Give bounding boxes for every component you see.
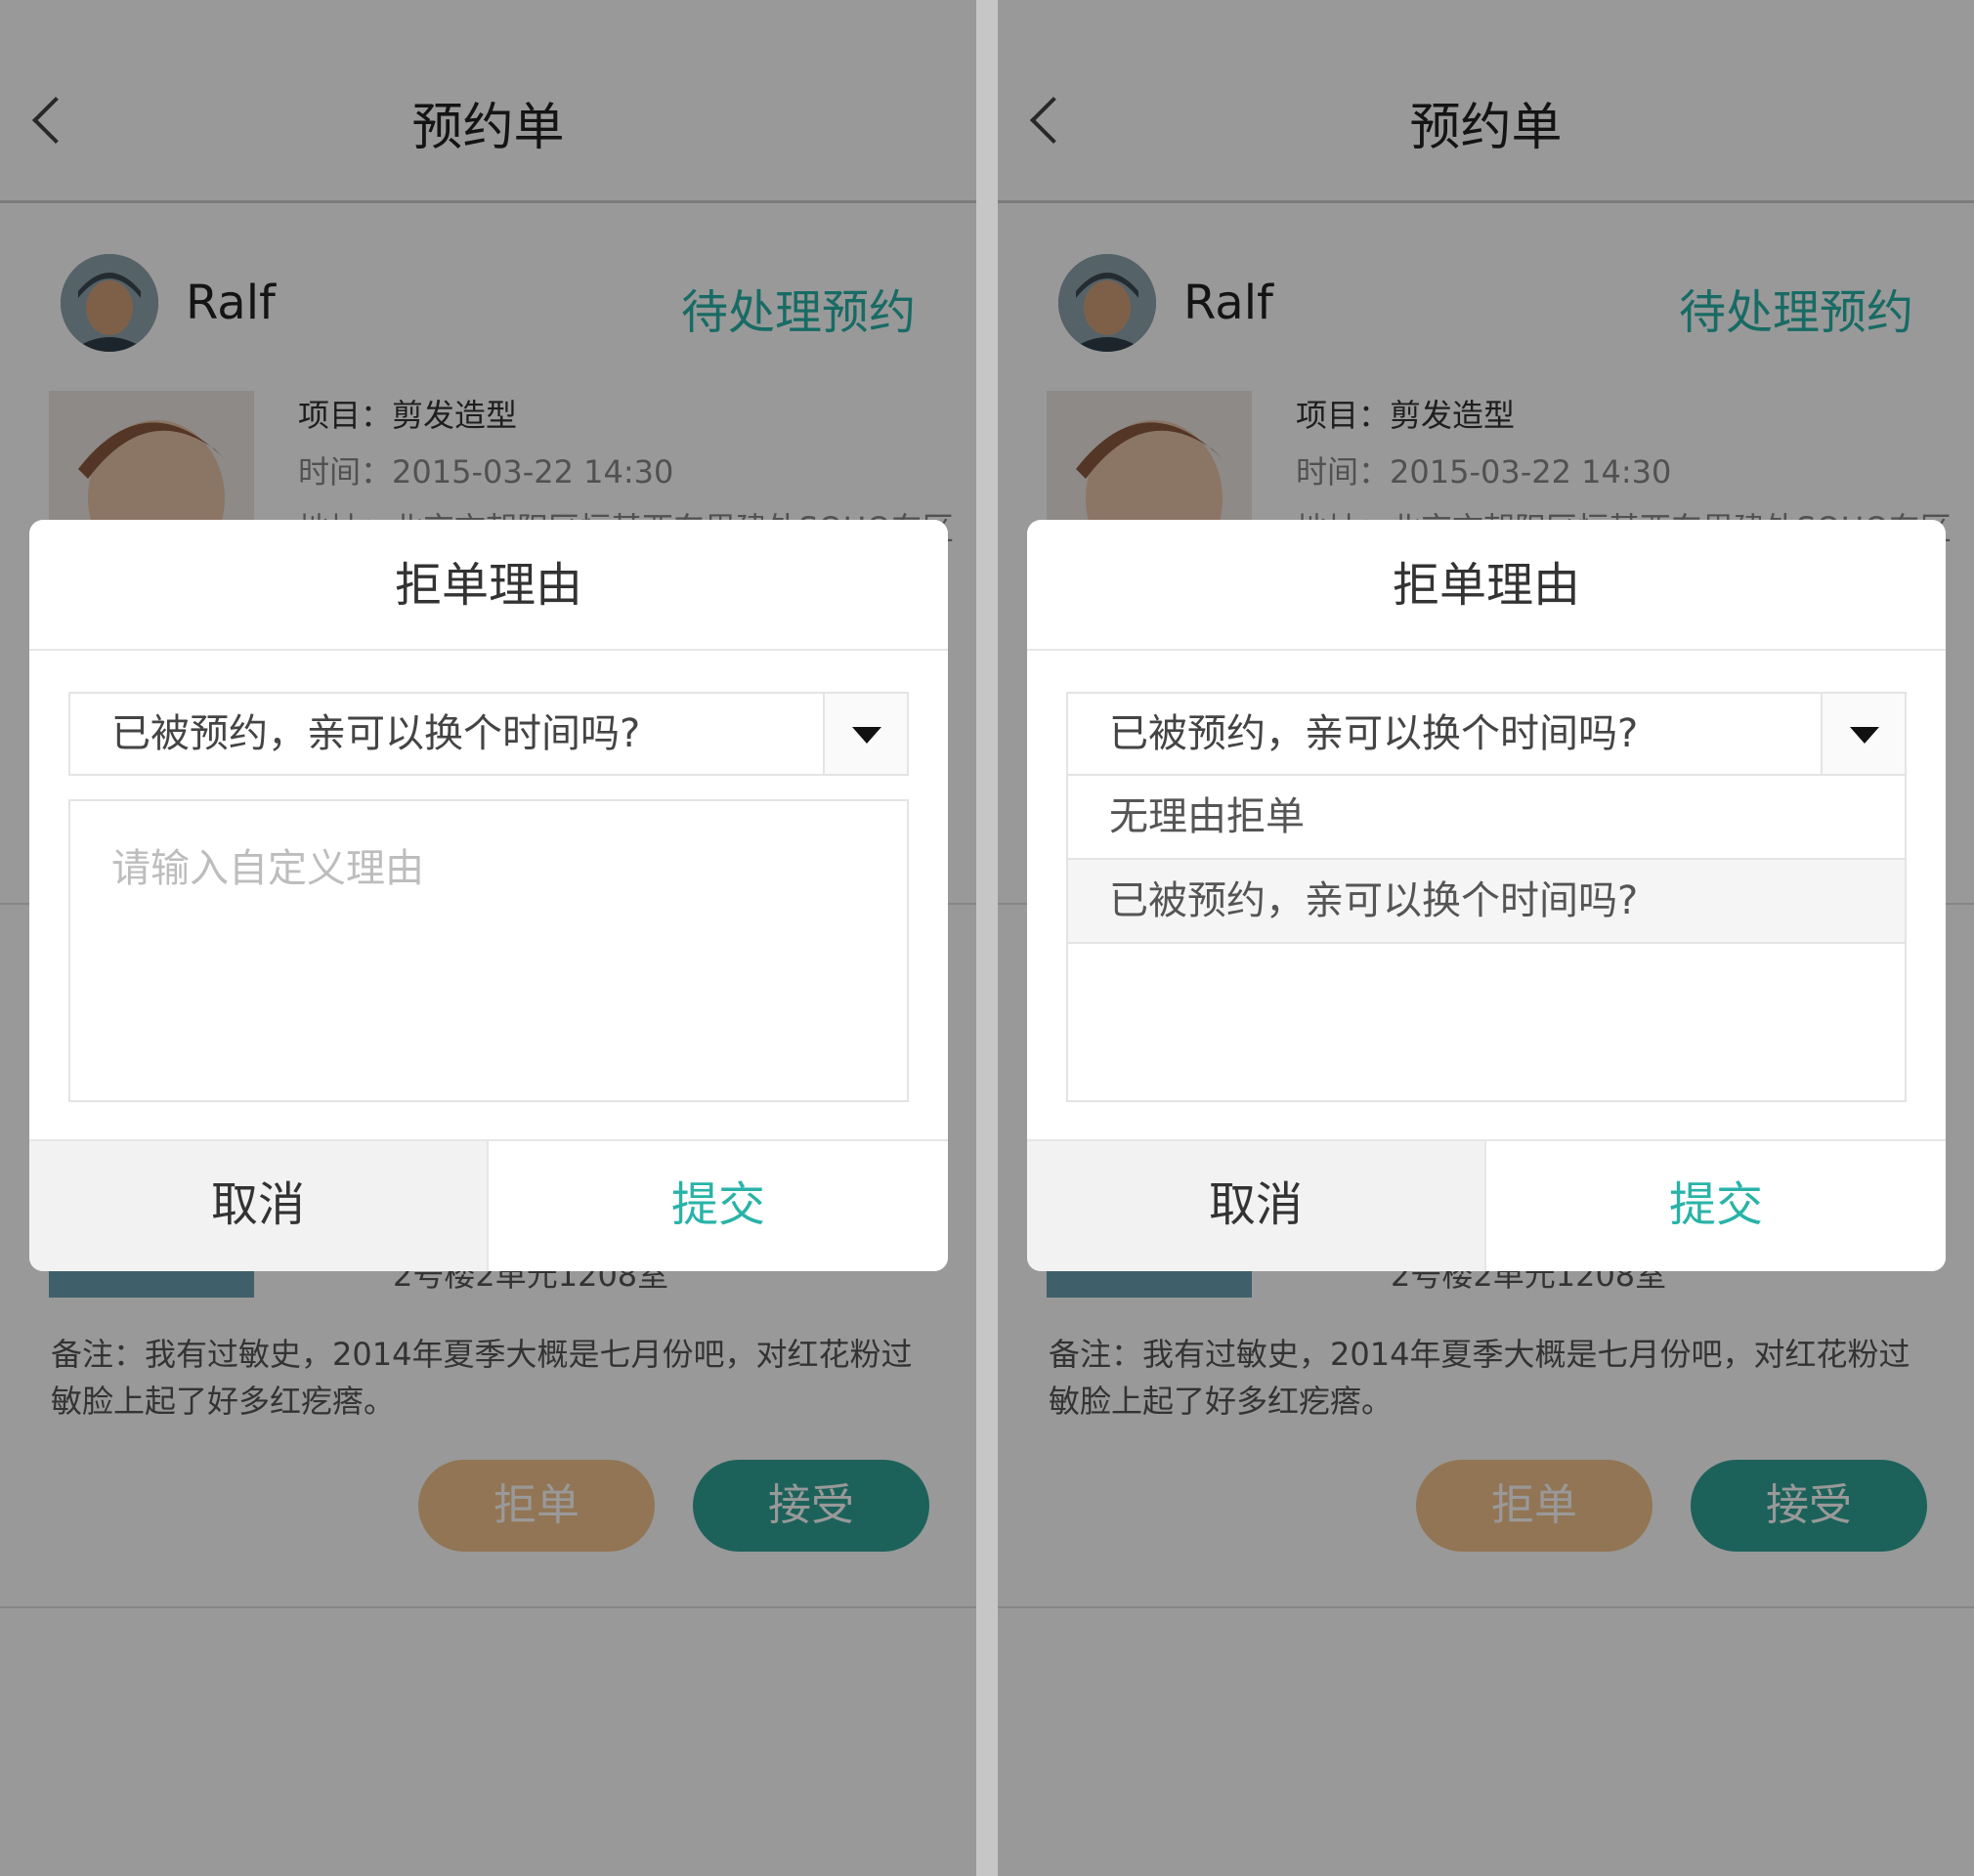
caret-down-icon [852,727,881,744]
dropdown-option[interactable]: 无理由拒单 [1066,776,1907,860]
reason-select[interactable]: 已被预约，亲可以换个时间吗? [1066,692,1907,776]
reject-reason-dialog: 拒单理由 已被预约，亲可以换个时间吗? 请输入自定义理由 取消 提交 [29,520,948,1271]
cancel-button[interactable]: 取消 [1027,1141,1486,1271]
screen-separator [976,0,998,1876]
custom-reason-placeholder: 请输入自定义理由 [111,846,424,891]
reject-reason-dialog: 拒单理由 已被预约，亲可以换个时间吗? 无理由拒单 已被预约，亲可以换个时间吗?… [1027,520,1946,1271]
screen-left: 预约单 Ralf 待处理预约 项目：剪发造型 时间：2015-03-22 14:… [0,0,976,1876]
reason-select[interactable]: 已被预约，亲可以换个时间吗? [68,692,909,776]
dropdown-toggle[interactable] [823,694,907,774]
dropdown-toggle[interactable] [1821,694,1905,774]
submit-button[interactable]: 提交 [1486,1141,1946,1271]
reason-dropdown-list: 无理由拒单 已被预约，亲可以换个时间吗? [1066,776,1907,944]
selected-reason: 已被预约，亲可以换个时间吗? [1109,711,1639,756]
dialog-footer: 取消 提交 [29,1139,948,1271]
dialog-title: 拒单理由 [1027,520,1946,651]
cancel-button[interactable]: 取消 [29,1141,489,1271]
custom-reason-input[interactable]: 请输入自定义理由 [68,799,909,1102]
submit-button[interactable]: 提交 [489,1141,948,1271]
dialog-title: 拒单理由 [29,520,948,651]
caret-down-icon [1850,727,1879,744]
selected-reason: 已被预约，亲可以换个时间吗? [111,711,641,756]
screen-right: 预约单 Ralf 待处理预约 项目：剪发造型 时间：2015-03-22 14:… [998,0,1974,1876]
dialog-footer: 取消 提交 [1027,1139,1946,1271]
dropdown-option-selected[interactable]: 已被预约，亲可以换个时间吗? [1066,860,1907,944]
